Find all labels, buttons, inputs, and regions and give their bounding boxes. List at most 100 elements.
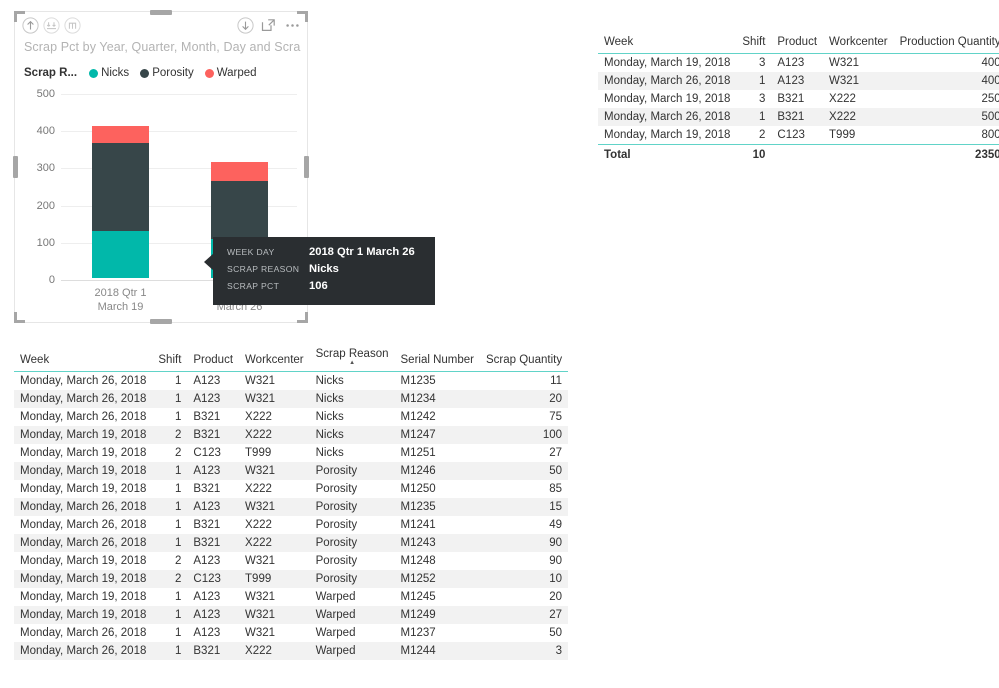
table-row[interactable]: Monday, March 26, 2018 1 A123 W321 Nicks M123… xyxy=(14,390,569,408)
drill-down-expand-icon[interactable] xyxy=(42,16,61,35)
table-row[interactable]: Monday, March 26, 2018 1 B321 X222 500 xyxy=(598,108,999,126)
table-cell: 3 xyxy=(758,57,766,69)
column-header-shift[interactable]: Shift xyxy=(736,36,772,54)
legend-item-warped[interactable]: Warped xyxy=(204,67,257,79)
table-cell: 1 xyxy=(736,108,772,126)
table-cell: Monday, March 26, 2018 xyxy=(14,534,153,552)
drill-hierarchy-icon[interactable] xyxy=(63,16,82,35)
bar-segment-warped[interactable] xyxy=(92,125,149,144)
table-row[interactable]: Monday, March 19, 2018 2 C123 T999 Porosity M… xyxy=(14,570,569,588)
table-row[interactable]: Monday, March 19, 2018 2 C123 T999 800 xyxy=(598,126,999,145)
table-cell: Monday, March 26, 2018 xyxy=(598,108,737,126)
y-axis-tick-label: 300 xyxy=(36,162,55,175)
table-row[interactable]: Monday, March 19, 2018 2 C123 T999 Nicks M125… xyxy=(14,444,568,462)
table-row[interactable]: Monday, March 19, 2018 1 B321 X222 Porosity M… xyxy=(14,480,568,498)
column-header-scrap-reason[interactable]: Scrap Reason ▲ xyxy=(309,348,395,372)
column-header-serial-number[interactable]: Serial Number xyxy=(394,348,480,372)
table-row[interactable]: Monday, March 19, 2018 3 A123 W321 400 xyxy=(598,54,999,73)
table-cell: 1 xyxy=(152,462,188,480)
legend-swatch-icon xyxy=(89,68,99,78)
legend-items: Nicks Porosity Warped xyxy=(89,67,268,79)
table-row[interactable]: Monday, March 19, 2018 2 A123 W321 Porosity M… xyxy=(14,552,568,570)
tooltip-row: SCRAP REASON Nicks xyxy=(227,263,425,280)
visual-header-toolbar xyxy=(15,12,307,39)
table-row[interactable]: Monday, March 26, 2018 1 A123 W321 Porosity M… xyxy=(14,498,569,516)
resize-handle-bottom-left[interactable] xyxy=(14,312,25,323)
table-row[interactable]: Monday, March 26, 2018 1 A123 W321 Nicks M123… xyxy=(14,372,568,391)
table-row[interactable]: Monday, March 26, 2018 1 B321 X222 Nicks M124… xyxy=(14,408,568,426)
table-total-cell: 10 xyxy=(736,144,772,164)
column-header-week[interactable]: Week xyxy=(14,348,153,372)
table-row[interactable]: Monday, March 19, 2018 3 B321 X222 250 xyxy=(598,90,999,108)
column-header-workcenter[interactable]: Workcenter xyxy=(239,348,310,372)
table-row[interactable]: Monday, March 26, 2018 1 A123 W321 400 xyxy=(598,72,999,90)
table-cell: M1246 xyxy=(394,462,480,480)
table-cell: W321 xyxy=(823,72,894,90)
chart-tooltip: WEEK DAY 2018 Qtr 1 March 26 SCRAP REASON N… xyxy=(204,237,435,305)
table-cell: M1252 xyxy=(394,570,480,588)
table-row[interactable]: Monday, March 26, 2018 1 B321 X222 Warped M12… xyxy=(14,642,569,660)
resize-handle-top[interactable] xyxy=(150,10,172,15)
table-cell: A123 xyxy=(187,462,240,480)
table-row[interactable]: Monday, March 26, 2018 1 A123 W321 Warped M12… xyxy=(14,624,568,642)
table-cell: M1237 xyxy=(400,627,436,639)
bar-segment-porosity[interactable] xyxy=(211,181,268,239)
bar-segment-porosity[interactable] xyxy=(92,143,149,231)
table-cell: X222 xyxy=(239,642,310,660)
table-cell: M1235 xyxy=(400,375,436,387)
column-header-label: Shift xyxy=(158,354,182,366)
column-header-scrap-quantity[interactable]: Scrap Quantity xyxy=(480,348,569,372)
column-header-label: Scrap Reason xyxy=(315,348,389,360)
table-cell: Monday, March 19, 2018 xyxy=(14,606,153,624)
legend-item-nicks[interactable]: Nicks xyxy=(89,67,129,79)
table-cell: Nicks xyxy=(315,447,344,459)
table-cell: 1 xyxy=(152,534,188,552)
legend-item-porosity[interactable]: Porosity xyxy=(140,67,194,79)
tooltip-row: WEEK DAY 2018 Qtr 1 March 26 xyxy=(227,246,425,263)
table-cell: M1245 xyxy=(400,591,436,603)
resize-handle-top-left[interactable] xyxy=(14,11,25,22)
table-row[interactable]: Monday, March 19, 2018 1 A123 W321 Warped M12… xyxy=(14,588,568,606)
table-cell: 50 xyxy=(480,462,569,480)
table-cell: 1 xyxy=(174,627,182,639)
table-cell: Monday, March 19, 2018 xyxy=(20,447,147,459)
table-row[interactable]: Monday, March 19, 2018 1 A123 W321 Warped M12… xyxy=(14,606,569,624)
focus-mode-icon[interactable] xyxy=(259,16,278,35)
bar-segment-warped[interactable] xyxy=(211,161,268,182)
column-header-label: Workcenter xyxy=(245,354,304,366)
resize-handle-bottom[interactable] xyxy=(150,319,172,324)
table-cell: Monday, March 19, 2018 xyxy=(20,555,147,567)
table-cell: 90 xyxy=(480,534,569,552)
table-row[interactable]: Monday, March 19, 2018 1 A123 W321 Porosity M… xyxy=(14,462,569,480)
column-header-product[interactable]: Product xyxy=(771,36,824,54)
table-body: Monday, March 19, 2018 3 A123 W321 400 Monday… xyxy=(598,54,999,145)
scrap-detail-table[interactable]: Week Shift Product Workcenter Scrap Reason ▲ S… xyxy=(14,348,569,660)
table-cell: 50 xyxy=(549,627,563,639)
column-header-week[interactable]: Week xyxy=(598,36,737,54)
column-header-shift[interactable]: Shift xyxy=(152,348,188,372)
resize-handle-top-right[interactable] xyxy=(297,11,308,22)
column-header-production-quantity[interactable]: Production Quantity xyxy=(893,36,999,54)
resize-handle-bottom-right[interactable] xyxy=(297,312,308,323)
column-header-product[interactable]: Product xyxy=(187,348,240,372)
table-row[interactable]: Monday, March 26, 2018 1 B321 X222 Porosity M… xyxy=(14,534,569,552)
table-cell: 3 xyxy=(758,93,766,105)
table-cell: 2 xyxy=(152,570,188,588)
resize-handle-right[interactable] xyxy=(304,156,309,178)
table-total-row: Total 10 2350 xyxy=(598,144,999,164)
column-header-workcenter[interactable]: Workcenter xyxy=(823,36,894,54)
resize-handle-left[interactable] xyxy=(13,156,18,178)
bar-segment-nicks[interactable] xyxy=(92,230,149,278)
tooltip-row: SCRAP PCT 106 xyxy=(227,280,425,297)
table-cell: A123 xyxy=(193,627,221,639)
table-cell: W321 xyxy=(239,498,310,516)
table-row[interactable]: Monday, March 26, 2018 1 B321 X222 Porosity M… xyxy=(14,516,568,534)
table-cell: Warped xyxy=(315,591,356,603)
table-row[interactable]: Monday, March 19, 2018 2 B321 X222 Nicks M124… xyxy=(14,426,569,444)
bar-column[interactable] xyxy=(92,92,149,278)
table-cell: 3 xyxy=(480,642,569,660)
y-axis-tick-label: 100 xyxy=(36,236,55,249)
drill-mode-toggle-icon[interactable] xyxy=(236,16,255,35)
production-quantity-table[interactable]: Week Shift Product Workcenter Production Qua… xyxy=(598,36,999,164)
table-cell: X222 xyxy=(239,426,310,444)
